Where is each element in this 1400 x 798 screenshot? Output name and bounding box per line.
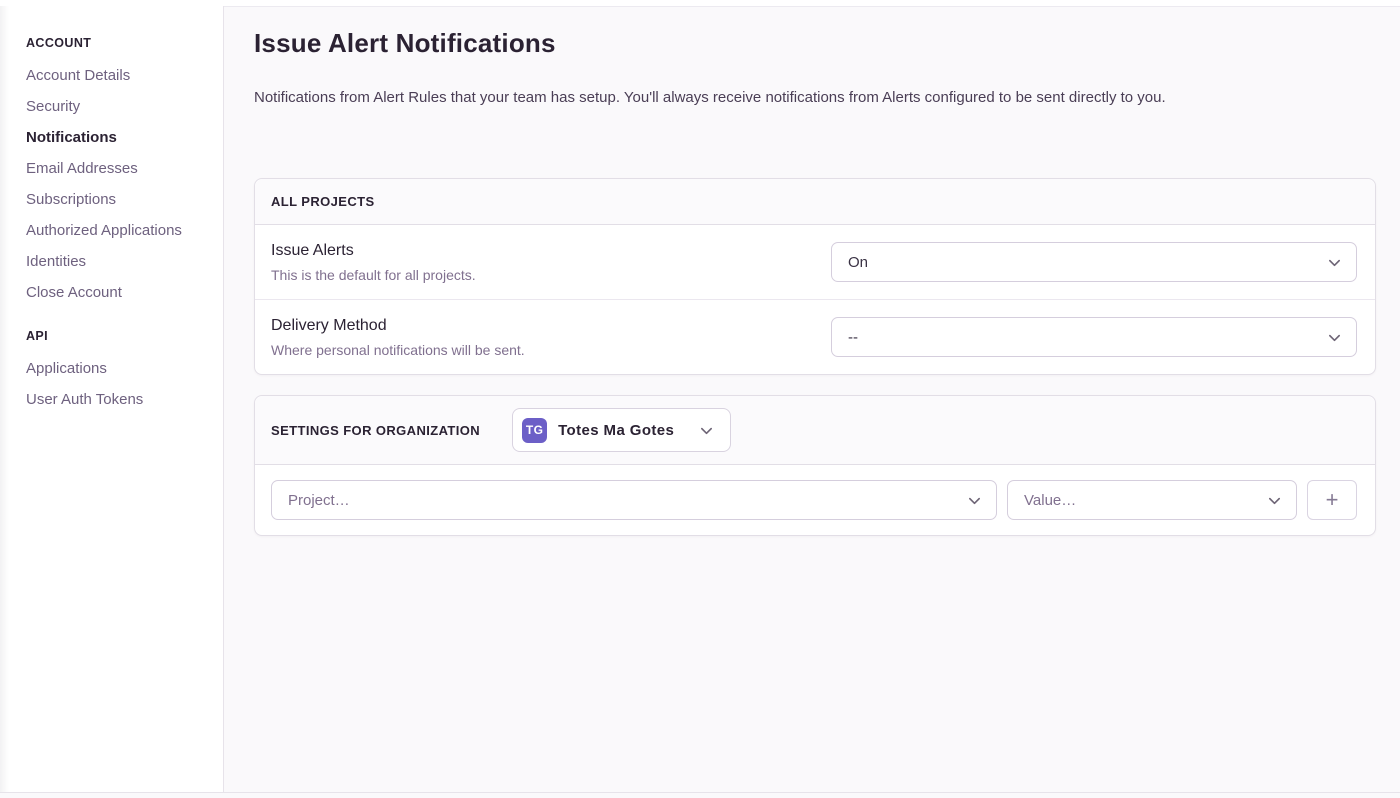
chevron-down-icon — [1267, 493, 1282, 508]
sidebar-item-security[interactable]: Security — [26, 98, 205, 115]
chevron-down-icon — [967, 493, 982, 508]
plus-icon: + — [1326, 489, 1339, 511]
all-projects-panel: ALL PROJECTS Issue Alerts This is the de… — [254, 178, 1376, 375]
organization-panel-header: SETTINGS FOR ORGANIZATION TG Totes Ma Go… — [255, 396, 1375, 465]
delivery-method-row: Delivery Method Where personal notificat… — [255, 300, 1375, 374]
issue-alerts-select[interactable]: On — [831, 242, 1357, 282]
sidebar-item-user-auth-tokens[interactable]: User Auth Tokens — [26, 391, 205, 408]
page-title: Issue Alert Notifications — [254, 28, 1376, 59]
issue-alerts-label-group: Issue Alerts This is the default for all… — [271, 241, 476, 283]
sidebar-section-api: API Applications User Auth Tokens — [26, 329, 205, 408]
issue-alerts-help: This is the default for all projects. — [271, 267, 476, 283]
organization-panel-header-label: SETTINGS FOR ORGANIZATION — [271, 423, 480, 438]
add-override-button[interactable]: + — [1307, 480, 1357, 520]
sidebar-item-authorized-applications[interactable]: Authorized Applications — [26, 222, 205, 239]
sidebar-item-identities[interactable]: Identities — [26, 253, 205, 270]
sidebar-header-api: API — [26, 329, 205, 343]
sidebar-item-notifications[interactable]: Notifications — [26, 129, 205, 146]
sidebar-item-email-addresses[interactable]: Email Addresses — [26, 160, 205, 177]
page-description: Notifications from Alert Rules that your… — [254, 88, 1376, 108]
sidebar-item-close-account[interactable]: Close Account — [26, 284, 205, 301]
chevron-down-icon — [699, 423, 714, 438]
organization-name: Totes Ma Gotes — [558, 422, 674, 439]
organization-avatar: TG — [522, 418, 547, 443]
chevron-down-icon — [1327, 330, 1342, 345]
sidebar-header-account: ACCOUNT — [26, 36, 205, 50]
sidebar-item-subscriptions[interactable]: Subscriptions — [26, 191, 205, 208]
organization-settings-panel: SETTINGS FOR ORGANIZATION TG Totes Ma Go… — [254, 395, 1376, 536]
issue-alerts-row: Issue Alerts This is the default for all… — [255, 225, 1375, 300]
project-select[interactable]: Project… — [271, 480, 997, 520]
issue-alerts-select-value: On — [848, 254, 868, 271]
chevron-down-icon — [1327, 255, 1342, 270]
delivery-method-select[interactable]: -- — [831, 317, 1357, 357]
value-select-placeholder: Value… — [1024, 492, 1076, 509]
all-projects-panel-header: ALL PROJECTS — [255, 179, 1375, 225]
organization-select[interactable]: TG Totes Ma Gotes — [512, 408, 731, 452]
delivery-method-help: Where personal notifications will be sen… — [271, 342, 525, 358]
sidebar-item-account-details[interactable]: Account Details — [26, 67, 205, 84]
project-select-placeholder: Project… — [288, 492, 350, 509]
notifications-settings-content: Issue Alert Notifications Notifications … — [224, 6, 1400, 792]
sidebar-item-applications[interactable]: Applications — [26, 360, 205, 377]
delivery-method-select-value: -- — [848, 329, 858, 346]
issue-alerts-label: Issue Alerts — [271, 241, 476, 260]
value-select[interactable]: Value… — [1007, 480, 1297, 520]
sidebar-section-account: ACCOUNT Account Details Security Notific… — [26, 36, 205, 301]
delivery-method-label-group: Delivery Method Where personal notificat… — [271, 316, 525, 358]
bottom-edge-strip — [0, 792, 1400, 798]
project-override-row: Project… Value… + — [255, 465, 1375, 535]
settings-sidebar: ACCOUNT Account Details Security Notific… — [0, 6, 224, 792]
delivery-method-label: Delivery Method — [271, 316, 525, 335]
